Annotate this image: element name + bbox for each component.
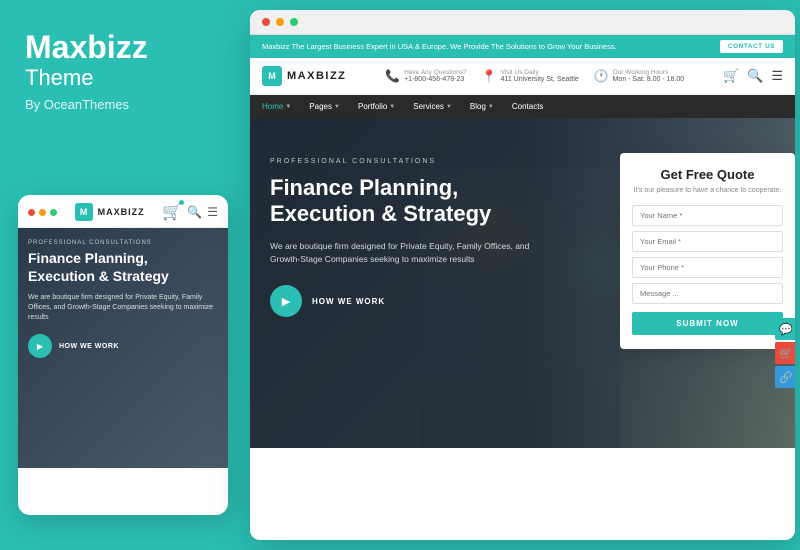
nav-hours-info: 🕐 Our Working Hours Mon - Sat: 8.00 - 18… [594,69,685,83]
desktop-logo: M MAXBIZZ [262,66,346,86]
menu-contacts-label: Contacts [512,102,544,111]
hero-heading: Finance Planning, Execution & Strategy [270,175,540,228]
menu-item-contacts[interactable]: Contacts [512,102,544,111]
desktop-topbar: Maxbizz The Largest Business Expert in U… [250,35,795,58]
contact-us-button[interactable]: CONTACT US [720,40,783,53]
desktop-cart-icon[interactable]: 🛒 [723,68,739,84]
pages-arrow: ▼ [334,104,340,110]
mobile-hero: PROFESSIONAL CONSULTATIONS Finance Plann… [18,228,228,468]
hours-label: Our Working Hours [613,69,685,76]
desktop-search-icon[interactable]: 🔍 [747,68,763,84]
quote-submit-button[interactable]: SUBMIT NOW [632,312,783,335]
portfolio-arrow: ▼ [389,104,395,110]
dot-red [28,209,35,216]
nav-location-text: Visit Us Daily 411 University St, Seattl… [501,69,579,83]
cart-icon[interactable]: 🛒 [162,202,182,222]
desktop-nav-icons: 🛒 🔍 ☰ [723,68,783,84]
menu-icon[interactable]: ☰ [207,205,218,219]
mobile-logo: M MAXBIZZ [75,203,145,221]
hours-value: Mon - Sat: 8.00 - 18.00 [613,76,685,83]
mobile-logo-icon: M [75,203,93,221]
hero-desc: We are boutique firm designed for Privat… [270,240,540,266]
menu-item-services[interactable]: Services ▼ [413,102,452,111]
nav-hours-text: Our Working Hours Mon - Sat: 8.00 - 18.0… [613,69,685,83]
mobile-logo-text: MAXBIZZ [98,207,145,217]
mobile-hero-desc: We are boutique firm designed for Privat… [28,293,218,322]
hero-tag: PROFESSIONAL CONSULTATIONS [270,158,540,165]
hero-cta-label: HOW WE WORK [312,297,385,306]
mobile-hero-content: PROFESSIONAL CONSULTATIONS Finance Plann… [28,240,218,358]
side-widgets: 💬 🛒 🔗 [775,318,795,388]
dot-green [50,209,57,216]
desktop-preview: Maxbizz The Largest Business Expert in U… [250,10,795,540]
quote-form: Get Free Quote It's our pleasure to have… [620,153,795,349]
mobile-hero-tag: PROFESSIONAL CONSULTATIONS [28,240,218,246]
menu-portfolio-label: Portfolio [358,102,387,111]
desktop-logo-text: MAXBIZZ [287,70,346,82]
cart-widget[interactable]: 🛒 [775,342,795,364]
mobile-preview: M MAXBIZZ 🛒 🔍 ☰ PROFESSIONAL CONSULTATIO… [18,195,228,515]
location-value: 411 University St, Seattle [501,76,579,83]
home-arrow: ▼ [285,104,291,110]
phone-icon: 📞 [385,69,400,83]
search-icon[interactable]: 🔍 [187,205,202,219]
menu-item-blog[interactable]: Blog ▼ [470,102,494,111]
hero-cta[interactable]: ▶ HOW WE WORK [270,285,540,317]
menu-item-home[interactable]: Home ▼ [262,102,291,111]
desktop-hero: PROFESSIONAL CONSULTATIONS Finance Plann… [250,118,795,448]
mobile-hero-heading: Finance Planning, Execution & Strategy [28,250,218,285]
desktop-nav-info: 📞 Have Any Questions? +1-800-456-478-23 … [385,69,684,83]
quote-form-subtitle: It's our pleasure to have a chance to co… [632,186,783,195]
menu-item-portfolio[interactable]: Portfolio ▼ [358,102,395,111]
mobile-topbar: M MAXBIZZ 🛒 🔍 ☰ [18,195,228,228]
mobile-cta-label: HOW WE WORK [59,343,119,350]
quote-form-title: Get Free Quote [632,167,783,182]
quote-phone-input[interactable] [632,257,783,278]
brand-title: Maxbizz [25,30,220,65]
nav-phone-info: 📞 Have Any Questions? +1-800-456-478-23 [385,69,466,83]
left-panel: Maxbizz Theme By OceanThemes M MAXBIZZ 🛒… [0,0,245,550]
chrome-dot-green [290,18,298,26]
desktop-logo-icon: M [262,66,282,86]
location-label: Visit Us Daily [501,69,579,76]
browser-chrome [250,10,795,35]
brand-subtitle: Theme [25,65,220,91]
menu-item-pages[interactable]: Pages ▼ [309,102,340,111]
blog-arrow: ▼ [488,104,494,110]
brand-by: By OceanThemes [25,97,220,112]
clock-icon: 🕐 [594,69,609,83]
desktop-nav: M MAXBIZZ 📞 Have Any Questions? +1-800-4… [250,58,795,95]
phone-value: +1-800-456-478-23 [404,76,467,83]
menu-services-label: Services [413,102,444,111]
mobile-nav-icons: 🛒 🔍 ☰ [162,202,218,222]
menu-home-label: Home [262,102,283,111]
hero-play-button[interactable]: ▶ [270,285,302,317]
mobile-browser-dots [28,209,57,216]
menu-blog-label: Blog [470,102,486,111]
mobile-play-button[interactable]: ▶ [28,334,52,358]
phone-label: Have Any Questions? [404,69,467,76]
chrome-dot-yellow [276,18,284,26]
share-widget[interactable]: 🔗 [775,366,795,388]
hero-content: PROFESSIONAL CONSULTATIONS Finance Plann… [250,118,560,337]
quote-message-input[interactable] [632,283,783,304]
mobile-cta[interactable]: ▶ HOW WE WORK [28,334,218,358]
nav-location-info: 📍 Visit Us Daily 411 University St, Seat… [482,69,579,83]
services-arrow: ▼ [446,104,452,110]
dot-yellow [39,209,46,216]
chat-widget[interactable]: 💬 [775,318,795,340]
location-icon: 📍 [482,69,497,83]
nav-phone-text: Have Any Questions? +1-800-456-478-23 [404,69,467,83]
menu-pages-label: Pages [309,102,332,111]
desktop-menu-icon[interactable]: ☰ [771,68,783,84]
chrome-dot-red [262,18,270,26]
quote-email-input[interactable] [632,231,783,252]
quote-name-input[interactable] [632,205,783,226]
desktop-menu: Home ▼ Pages ▼ Portfolio ▼ Services ▼ Bl… [250,95,795,118]
topbar-text: Maxbizz The Largest Business Expert in U… [262,42,617,51]
